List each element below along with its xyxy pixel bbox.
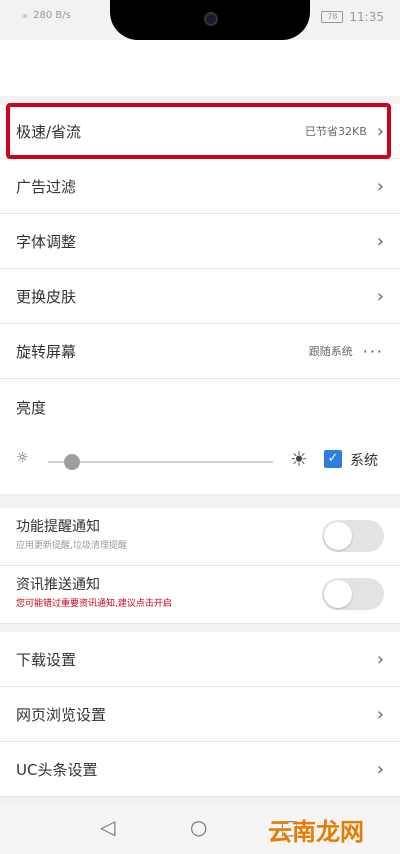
- setting-label: 网页浏览设置: [16, 705, 107, 724]
- back-icon[interactable]: ◁: [100, 815, 115, 839]
- chevron-right-icon: ›: [376, 285, 384, 307]
- notify-title: 资讯推送通知: [16, 577, 100, 593]
- notify-news-push: 资讯推送通知 您可能错过重要资讯通知,建议点击开启: [0, 566, 400, 624]
- settings-section-advanced: 下载设置 › 网页浏览设置 › UC头条设置 ›: [0, 632, 400, 797]
- battery-icon: 78: [321, 11, 344, 23]
- clock: 11:35: [349, 10, 384, 24]
- toggle-knob: [324, 522, 352, 550]
- setting-label: 极速/省流: [16, 122, 82, 141]
- notify-subtitle: 应用更新提醒,垃圾清理提醒: [16, 541, 127, 551]
- signal-icon: ᵢₗₗ: [22, 10, 28, 21]
- setting-label: 广告过滤: [16, 177, 77, 196]
- setting-label: 更换皮肤: [16, 287, 77, 306]
- news-push-toggle[interactable]: [322, 578, 384, 610]
- setting-label: UC头条设置: [16, 760, 98, 779]
- sun-small-icon: ☼: [16, 450, 29, 466]
- chevron-right-icon: ›: [376, 703, 384, 725]
- header-area: [0, 40, 400, 96]
- sun-large-icon: ☀: [290, 447, 308, 471]
- feature-reminder-toggle[interactable]: [322, 520, 384, 552]
- notify-title: 功能提醒通知: [16, 519, 100, 535]
- status-bar-right: 78 11:35: [321, 10, 384, 24]
- chevron-right-icon: ›: [376, 230, 384, 252]
- system-brightness-label: 系统: [350, 453, 378, 469]
- network-speed: 280 B/s: [33, 10, 71, 21]
- setting-label: 下载设置: [16, 650, 77, 669]
- brightness-title: 亮度: [16, 399, 47, 417]
- notify-feature-reminder: 功能提醒通知 应用更新提醒,垃圾清理提醒: [0, 508, 400, 566]
- home-icon[interactable]: ○: [190, 815, 207, 839]
- notify-subtitle-warning: 您可能错过重要资讯通知,建议点击开启: [16, 599, 172, 609]
- chevron-right-icon: ›: [376, 120, 384, 142]
- setting-speed-saving[interactable]: 极速/省流 已节省32KB ›: [0, 104, 400, 159]
- brightness-slider[interactable]: [48, 454, 273, 470]
- setting-label: 旋转屏幕: [16, 342, 77, 361]
- rotate-value: 跟随系统: [308, 345, 353, 358]
- screen: ᵢₗₗ 280 B/s 78 11:35 极速/省流 已节省32KB › 广告过…: [0, 0, 400, 854]
- system-brightness-checkbox[interactable]: ✓: [324, 450, 342, 468]
- chevron-right-icon: ›: [376, 758, 384, 780]
- setting-download[interactable]: 下载设置 ›: [0, 632, 400, 687]
- slider-handle[interactable]: [63, 454, 80, 470]
- chevron-right-icon: ›: [376, 175, 384, 197]
- toggle-knob: [324, 580, 352, 608]
- setting-label: 字体调整: [16, 232, 77, 251]
- settings-section-general: 极速/省流 已节省32KB › 广告过滤 › 字体调整 › 更换皮肤 › 旋转屏…: [0, 104, 400, 494]
- setting-font-size[interactable]: 字体调整 ›: [0, 214, 400, 269]
- setting-web-browsing[interactable]: 网页浏览设置 ›: [0, 687, 400, 742]
- setting-rotate-screen[interactable]: 旋转屏幕 跟随系统 ···: [0, 324, 400, 379]
- camera-notch: [110, 0, 310, 40]
- more-dots-icon: ···: [362, 341, 384, 361]
- saved-data-value: 已节省32KB: [305, 125, 367, 138]
- settings-section-notifications: 功能提醒通知 应用更新提醒,垃圾清理提醒 资讯推送通知 您可能错过重要资讯通知,…: [0, 508, 400, 624]
- watermark-logo: 云南龙网: [268, 818, 364, 846]
- setting-uc-headlines[interactable]: UC头条设置 ›: [0, 742, 400, 797]
- camera-icon: [204, 12, 218, 26]
- chevron-right-icon: ›: [376, 648, 384, 670]
- setting-change-skin[interactable]: 更换皮肤 ›: [0, 269, 400, 324]
- status-bar-left: ᵢₗₗ 280 B/s: [22, 10, 71, 21]
- brightness-setting: 亮度 ☼ ☀ ✓ 系统: [0, 379, 400, 494]
- setting-ad-filter[interactable]: 广告过滤 ›: [0, 159, 400, 214]
